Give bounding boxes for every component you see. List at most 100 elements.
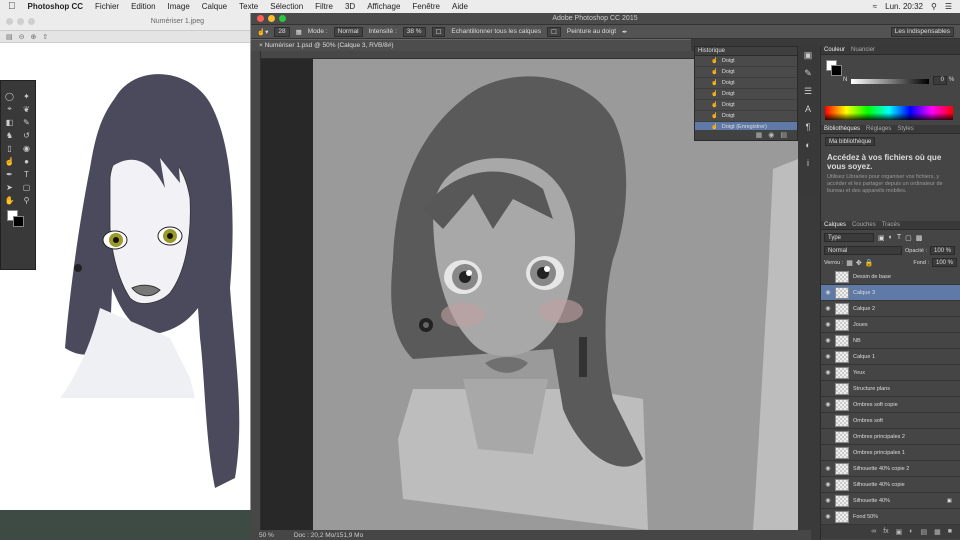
tab-bibliotheques[interactable]: Bibliothèques [824,126,860,132]
fill-field[interactable]: 100 % [931,258,957,267]
clock[interactable]: Lun. 20:32 [885,2,923,11]
layer-row[interactable]: Ombres principales 2 [821,429,960,445]
blend-mode-select[interactable]: Normal [824,246,902,255]
share-icon[interactable]: ⇧ [42,33,48,41]
eye-icon[interactable]: ◉ [821,497,835,504]
doc-size[interactable]: Doc : 20,2 Mo/151,9 Mo [294,532,363,539]
eye-icon[interactable]: ◉ [821,465,835,472]
brush-tool-icon[interactable]: ✎ [18,117,35,127]
smudge-tool-preset-icon[interactable]: ☝▾ [257,28,268,36]
eye-icon[interactable]: ◉ [821,369,835,376]
layer-row[interactable]: ◉ Ombres soft copie [821,397,960,413]
menu-list-icon[interactable]: ☰ [945,2,952,11]
pressure-icon[interactable]: ✒ [622,28,627,36]
color-dock-icon[interactable]: ▣ [798,46,818,64]
history-row[interactable]: ☝ Doigt [695,111,797,122]
eye-icon[interactable]: ◉ [821,289,835,296]
menu-texte[interactable]: Texte [233,2,264,11]
opacity-field[interactable]: 100 % [930,246,956,255]
eye-icon[interactable]: ◉ [821,305,835,312]
eye-icon[interactable]: ◉ [821,513,835,520]
adjustment-layer-icon[interactable]: ◐ [909,528,913,536]
layer-row[interactable]: ◉ Calque 2 [821,301,960,317]
info-dock-icon[interactable]: i [798,154,818,172]
brush-panel-icon[interactable]: ▦ [296,28,302,36]
history-row[interactable]: ☝ Doigt [695,89,797,100]
new-document-icon[interactable]: ▦ [756,131,763,139]
menu-aide[interactable]: Aide [446,2,474,11]
ps-close-button[interactable] [257,15,264,22]
sidebar-toggle-icon[interactable]: ▤ [6,33,13,41]
layer-row[interactable]: ◉ Fond 50% [821,509,960,525]
stamp-tool-icon[interactable]: ♞ [1,130,18,140]
zoom-out-icon[interactable]: ⊝ [19,33,25,41]
history-row[interactable]: ☝ Doigt [695,56,797,67]
layer-row[interactable]: ◉ Silhouette 40% copie 2 [821,461,960,477]
menu-app-name[interactable]: Photoshop CC [22,2,90,11]
layer-row[interactable]: ◉ Calque 3 [821,285,960,301]
tab-reglages[interactable]: Réglages [866,126,891,132]
filter-smart-icon[interactable]: ▩ [916,234,923,242]
pen-tool-icon[interactable]: ✒ [1,169,18,179]
brush-size-picker[interactable]: 28 [274,26,290,37]
history-row[interactable]: ☝ Doigt [695,67,797,78]
library-select[interactable]: Ma bibliothèque [825,137,876,146]
eye-icon[interactable]: ◉ [821,481,835,488]
history-brush-icon[interactable]: ↺ [18,130,35,140]
ps-zoom-button[interactable] [279,15,286,22]
fx-icon[interactable]: fx [883,528,888,536]
tab-nuancier[interactable]: Nuancier [851,47,875,53]
menu-fichier[interactable]: Fichier [89,2,125,11]
magic-wand-tool-icon[interactable]: ✦ [18,91,35,101]
brush-dock-icon[interactable]: ✎ [798,64,818,82]
wifi-icon[interactable]: ≈ [873,2,877,11]
color-spectrum[interactable] [825,106,953,120]
menu-edition[interactable]: Edition [125,2,161,11]
layer-row[interactable]: ◉ Calque 1 [821,349,960,365]
color-swatches[interactable] [1,208,35,228]
type-tool-icon[interactable]: T [18,169,35,179]
zoom-button[interactable] [28,18,35,25]
tab-couleur[interactable]: Couleur [824,47,845,53]
background-swatch[interactable] [13,216,24,227]
trash-icon[interactable]: ▤ [780,131,787,139]
path-select-icon[interactable]: ➤ [1,182,18,192]
close-button[interactable] [6,18,13,25]
minimize-button[interactable] [17,18,24,25]
layer-row[interactable]: ◉ Joues [821,317,960,333]
eye-icon[interactable]: ◉ [821,321,835,328]
eyedropper-tool-icon[interactable]: ❦ [18,104,35,114]
eye-icon[interactable]: ◉ [821,353,835,360]
paragraph-dock-icon[interactable]: ¶ [798,118,818,136]
history-row[interactable]: ☝ Doigt [695,100,797,111]
lock-all-icon[interactable]: 🔒 [865,259,874,267]
n-value-field[interactable]: 0 [933,76,947,85]
n-slider[interactable] [851,79,929,84]
new-group-icon[interactable]: ▤ [921,528,928,536]
heal-tool-icon[interactable]: ◧ [1,117,18,127]
sample-all-checkbox[interactable]: ☐ [431,26,446,37]
menu-calque[interactable]: Calque [196,2,233,11]
layer-filter-select[interactable]: Type [824,233,874,242]
properties-dock-icon[interactable]: ☰ [798,82,818,100]
layer-row[interactable]: Dessin de base [821,269,960,285]
tab-calques[interactable]: Calques [824,222,846,228]
layer-row[interactable]: ◉ NB [821,333,960,349]
dodge-tool-icon[interactable]: ● [18,156,35,166]
adjust-dock-icon[interactable]: ◐ [798,136,818,154]
eye-icon[interactable]: ◉ [821,401,835,408]
document-tab[interactable]: × Numériser 1.psd @ 50% (Calque 3, RVB/8… [251,39,691,51]
marquee-tool-icon[interactable]: ◯ [1,91,18,101]
filter-shape-icon[interactable]: ▢ [905,234,912,242]
layer-row[interactable]: ◉ Silhouette 40% copie [821,477,960,493]
zoom-in-icon[interactable]: ⊕ [31,33,37,41]
link-layers-icon[interactable]: ∞ [871,528,876,536]
crop-tool-icon[interactable]: ⌖ [1,104,18,114]
zoom-level[interactable]: 50 % [259,532,274,539]
lock-move-icon[interactable]: ✥ [856,259,862,267]
menu-3d[interactable]: 3D [339,2,361,11]
add-mask-icon[interactable]: ▣ [896,528,903,536]
lock-pixels-icon[interactable]: ▦ [846,259,853,267]
mode-select[interactable]: Normal [333,26,363,37]
tab-styles[interactable]: Styles [897,126,913,132]
